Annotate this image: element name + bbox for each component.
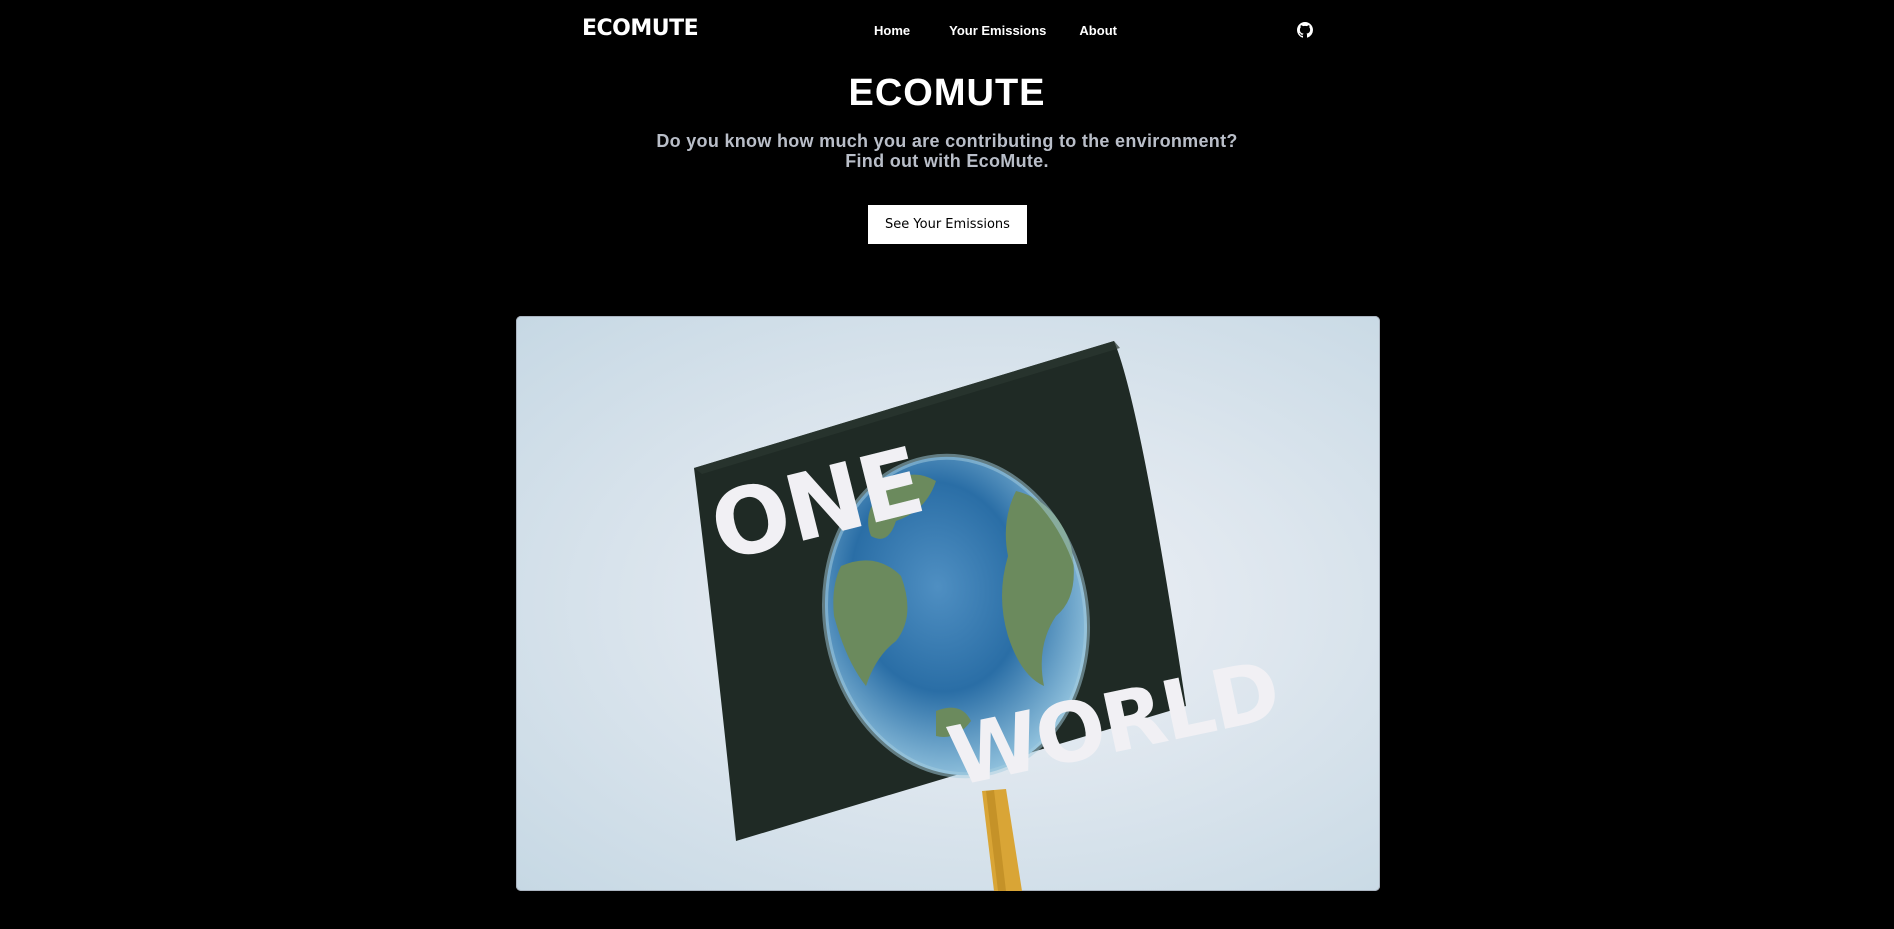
nav-link-home[interactable]: Home [874,23,910,38]
hero-title: ECOMUTE [848,72,1046,114]
hero-image: ONE WORLD [516,316,1380,891]
hero-subtitle-line-2: Find out with EcoMute. [845,151,1049,171]
hero-subtitle-line-1: Do you know how much you are contributin… [656,131,1238,151]
navbar: ECOMUTE Home Your Emissions About [0,0,1894,62]
nav-links: Home Your Emissions About [874,23,1117,38]
nav-link-your-emissions[interactable]: Your Emissions [949,23,1046,38]
see-your-emissions-button[interactable]: See Your Emissions [868,205,1027,244]
hero-subtitle: Do you know how much you are contributin… [0,131,1894,171]
one-world-sign-illustration: ONE WORLD [694,341,1286,891]
brand-logo[interactable]: ECOMUTE [582,16,699,41]
github-icon[interactable] [1297,22,1313,38]
nav-link-about[interactable]: About [1079,23,1117,38]
